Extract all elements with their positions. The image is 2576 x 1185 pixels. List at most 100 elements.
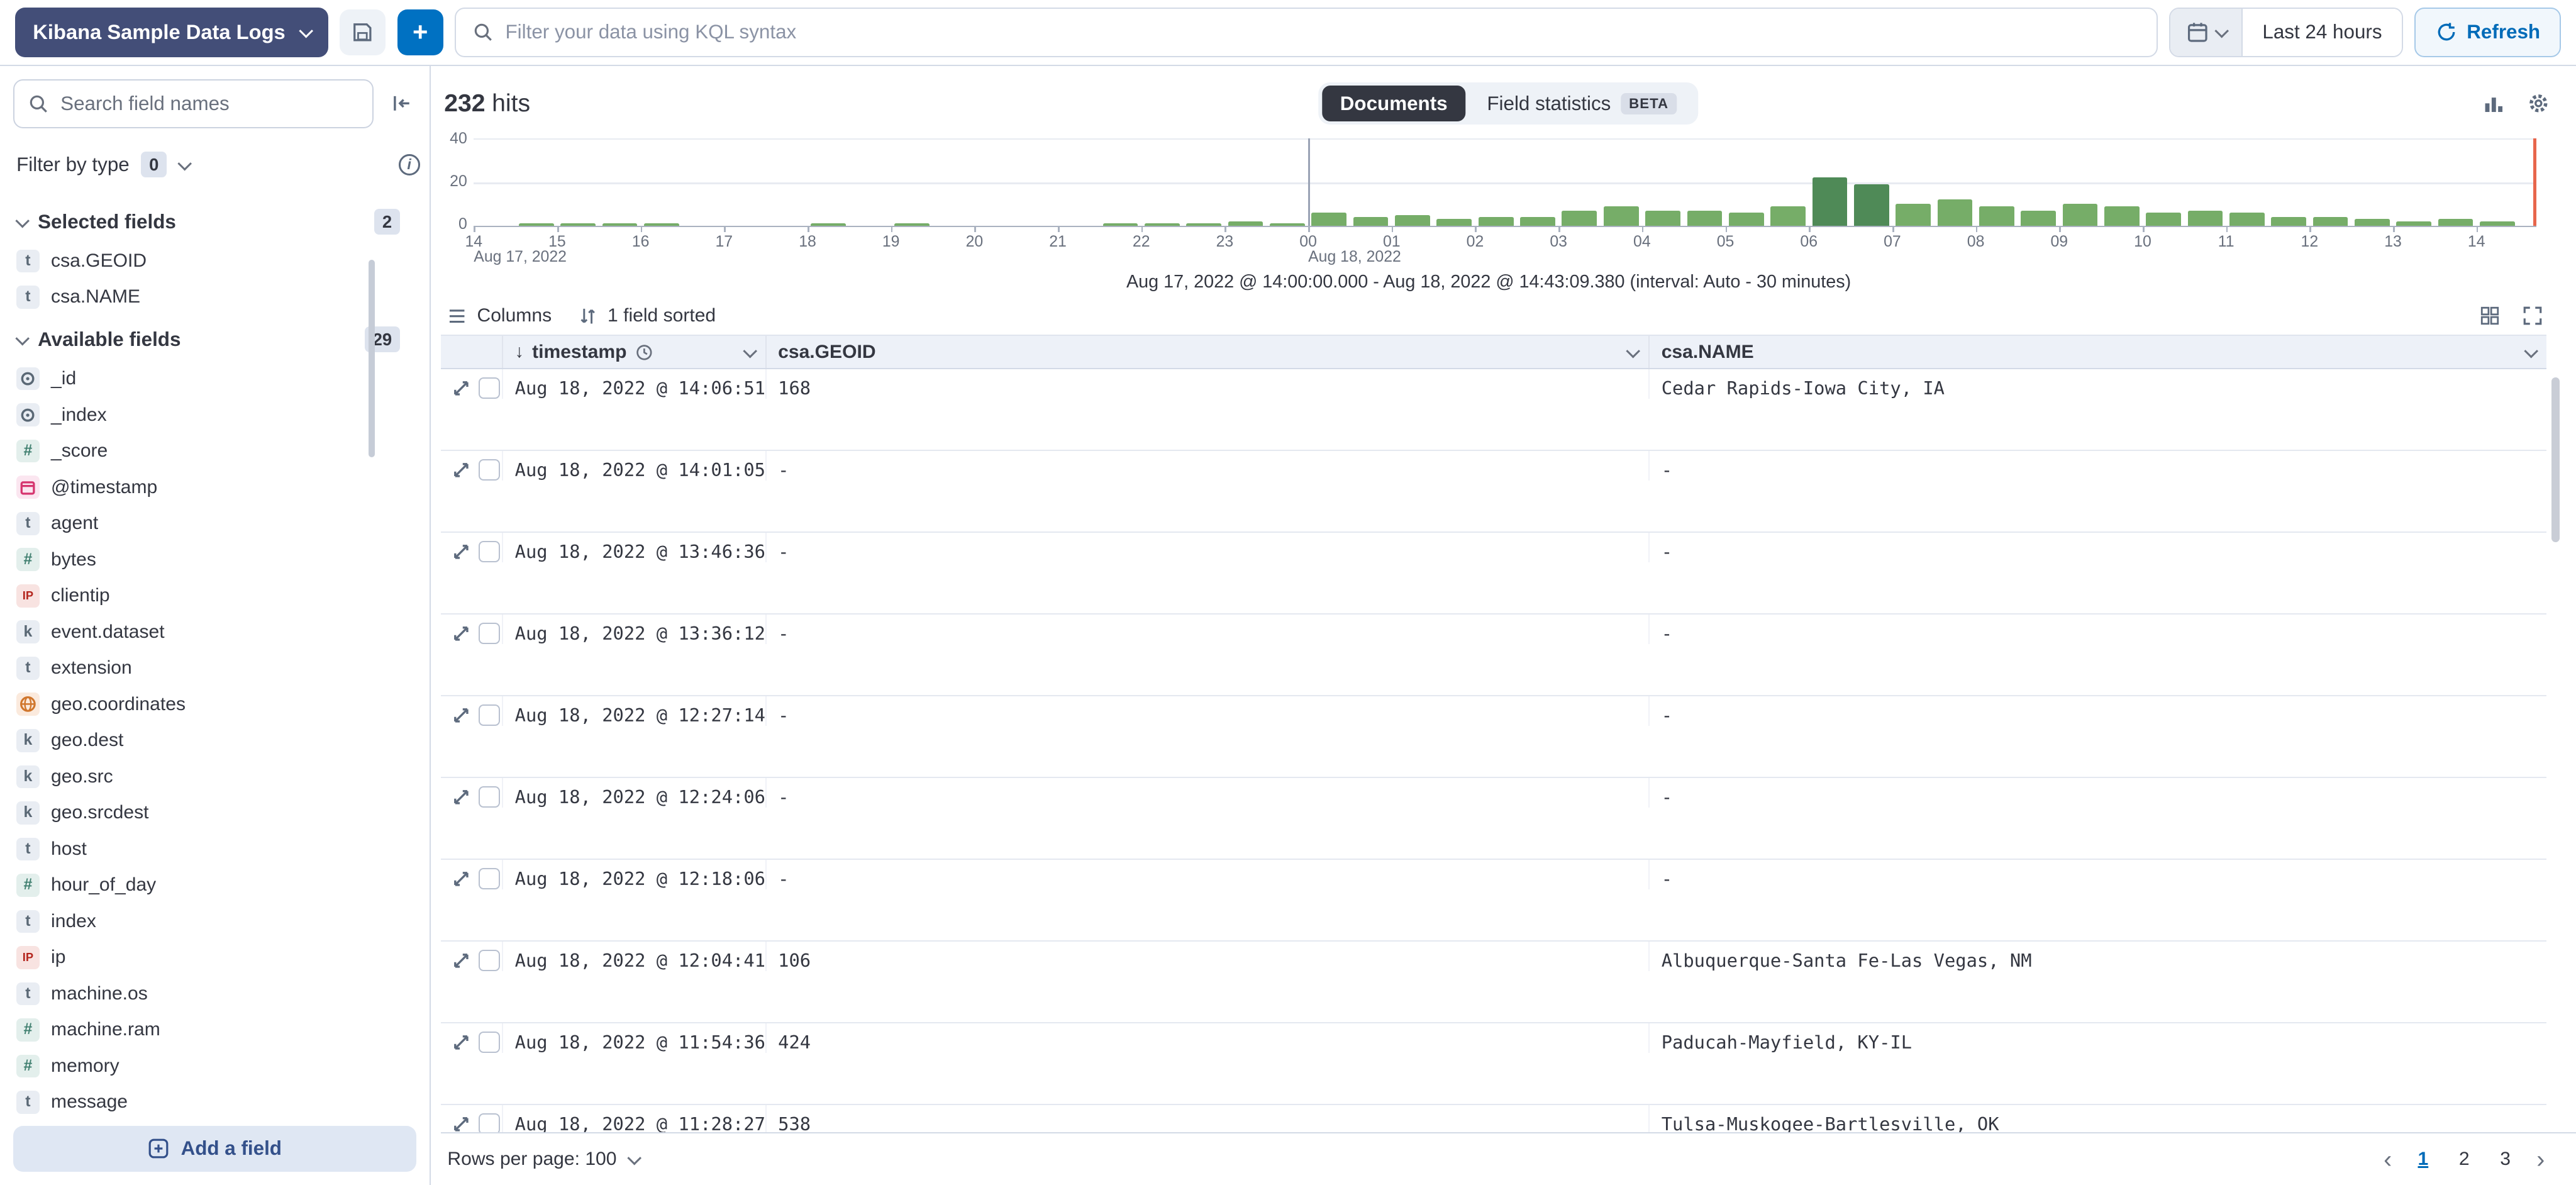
histogram-bar[interactable] — [1353, 217, 1389, 226]
column-header-name[interactable]: csa.NAME — [1650, 336, 2546, 368]
rows-per-page-button[interactable]: Rows per page: 100 — [447, 1149, 638, 1170]
histogram-bar[interactable] — [1938, 199, 1973, 226]
field-item[interactable]: k geo.dest — [16, 723, 400, 759]
histogram-bar[interactable] — [602, 223, 638, 225]
row-checkbox[interactable] — [479, 1113, 500, 1132]
column-menu-icon[interactable] — [2524, 344, 2538, 358]
histogram-bar[interactable] — [2104, 206, 2140, 226]
kql-query-bar[interactable] — [455, 8, 2158, 57]
columns-button[interactable]: Columns — [447, 305, 552, 326]
field-item[interactable]: _id — [16, 360, 400, 397]
row-checkbox[interactable] — [479, 704, 500, 726]
histogram-bar[interactable] — [2188, 211, 2223, 226]
field-item[interactable]: t extension — [16, 650, 400, 687]
add-filter-button[interactable]: + — [397, 9, 443, 55]
field-item[interactable]: t machine.os — [16, 976, 400, 1012]
cell-name[interactable]: Tulsa-Muskogee-Bartlesville, OK — [1650, 1105, 2546, 1132]
histogram-bar[interactable] — [1687, 211, 1723, 226]
cell-geoid[interactable]: - — [767, 615, 1650, 644]
cell-name[interactable]: - — [1650, 451, 2546, 481]
histogram-bar[interactable] — [1562, 211, 1597, 226]
field-item[interactable]: # _score — [16, 433, 400, 469]
settings-button[interactable] — [2527, 92, 2550, 115]
cell-geoid[interactable]: - — [767, 451, 1650, 481]
cell-geoid[interactable]: 106 — [767, 942, 1650, 971]
histogram-bar[interactable] — [1520, 217, 1555, 226]
field-item[interactable]: # hour_of_day — [16, 867, 400, 904]
field-item[interactable]: # machine.ram — [16, 1012, 400, 1049]
field-item[interactable]: geo.coordinates — [16, 686, 400, 723]
cell-name[interactable]: Cedar Rapids-Iowa City, IA — [1650, 369, 2546, 399]
tab-documents[interactable]: Documents — [1322, 86, 1465, 121]
selected-fields-header[interactable]: Selected fields 2 — [16, 198, 400, 243]
cell-geoid[interactable]: - — [767, 696, 1650, 726]
collapse-sidebar-button[interactable] — [384, 86, 420, 122]
histogram-bar[interactable] — [1770, 206, 1806, 226]
cell-name[interactable]: - — [1650, 615, 2546, 644]
date-picker-button[interactable] — [2170, 9, 2243, 55]
histogram-bar[interactable] — [811, 223, 846, 225]
cell-timestamp[interactable]: Aug 18, 2022 @ 12:24:06.875 — [503, 778, 766, 808]
field-item[interactable]: # bytes — [16, 542, 400, 578]
histogram-bar[interactable] — [2438, 219, 2473, 225]
histogram-bar[interactable] — [1604, 206, 1639, 226]
cell-timestamp[interactable]: Aug 18, 2022 @ 12:04:41.998 — [503, 942, 766, 971]
column-header-geoid[interactable]: csa.GEOID — [767, 336, 1650, 368]
histogram-bar[interactable] — [519, 223, 554, 225]
field-search-box[interactable] — [13, 79, 374, 128]
expand-row-button[interactable] — [452, 543, 470, 561]
histogram-bar[interactable] — [2396, 221, 2431, 226]
data-view-picker[interactable]: Kibana Sample Data Logs — [15, 8, 328, 57]
saved-query-button[interactable] — [340, 9, 386, 55]
histogram-bar[interactable] — [2146, 213, 2181, 226]
field-item[interactable]: t index — [16, 903, 400, 940]
chart-options-button[interactable] — [2482, 92, 2506, 115]
row-checkbox[interactable] — [479, 868, 500, 889]
page-button-3[interactable]: 3 — [2487, 1141, 2524, 1177]
next-page-button[interactable]: › — [2528, 1147, 2553, 1172]
histogram-bar[interactable] — [2480, 221, 2515, 226]
info-icon[interactable]: i — [399, 154, 420, 175]
kql-query-input[interactable] — [506, 21, 2140, 43]
row-checkbox[interactable] — [479, 459, 500, 481]
filter-by-type-button[interactable]: Filter by type 0 i — [16, 145, 419, 184]
field-item[interactable]: _index — [16, 397, 400, 433]
histogram-plot[interactable]: 40 20 0 — [474, 138, 2536, 227]
expand-row-button[interactable] — [452, 952, 470, 970]
cell-timestamp[interactable]: Aug 18, 2022 @ 11:54:36.220 — [503, 1023, 766, 1053]
field-item[interactable]: @timestamp — [16, 469, 400, 506]
column-menu-icon[interactable] — [1626, 344, 1640, 358]
expand-row-button[interactable] — [452, 788, 470, 806]
cell-name[interactable]: - — [1650, 696, 2546, 726]
refresh-button[interactable]: Refresh — [2414, 8, 2561, 57]
field-item[interactable]: k geo.srcdest — [16, 795, 400, 832]
histogram-bar[interactable] — [2271, 217, 2306, 226]
cell-geoid[interactable]: 424 — [767, 1023, 1650, 1053]
histogram-bar[interactable] — [1854, 184, 1889, 226]
histogram-bar[interactable] — [1103, 223, 1138, 225]
expand-row-button[interactable] — [452, 1033, 470, 1052]
row-checkbox[interactable] — [479, 377, 500, 399]
expand-row-button[interactable] — [452, 625, 470, 643]
field-item[interactable]: # memory — [16, 1048, 400, 1084]
histogram-bar[interactable] — [1145, 223, 1180, 225]
cell-geoid[interactable]: 168 — [767, 369, 1650, 399]
row-checkbox[interactable] — [479, 950, 500, 971]
field-item[interactable]: k event.dataset — [16, 614, 400, 650]
cell-timestamp[interactable]: Aug 18, 2022 @ 11:28:27.826 — [503, 1105, 766, 1132]
cell-geoid[interactable]: 538 — [767, 1105, 1650, 1132]
field-item[interactable]: t agent — [16, 505, 400, 542]
cell-geoid[interactable]: - — [767, 778, 1650, 808]
field-item[interactable]: IP ip — [16, 940, 400, 976]
field-item[interactable]: k geo.src — [16, 759, 400, 795]
field-item[interactable]: t message — [16, 1084, 400, 1116]
row-checkbox[interactable] — [479, 786, 500, 808]
field-item[interactable]: t csa.GEOID — [16, 243, 400, 279]
table-scrollbar[interactable] — [2551, 377, 2560, 542]
field-item[interactable]: IP clientip — [16, 577, 400, 614]
histogram-bar[interactable] — [1479, 217, 1514, 226]
histogram-bar[interactable] — [644, 223, 679, 225]
cell-geoid[interactable]: - — [767, 860, 1650, 889]
cell-timestamp[interactable]: Aug 18, 2022 @ 14:06:51.816 — [503, 369, 766, 399]
row-checkbox[interactable] — [479, 541, 500, 562]
